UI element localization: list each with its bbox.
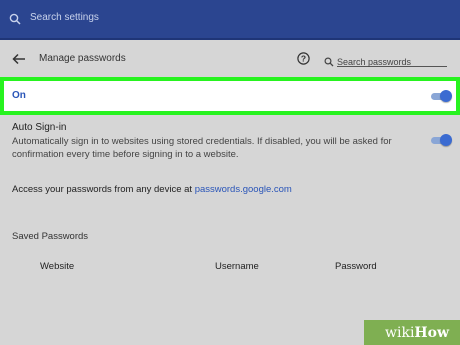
password-search-placeholder: Search passwords: [337, 57, 412, 67]
search-icon: [9, 12, 21, 30]
offer-to-save-label: On: [12, 90, 26, 101]
column-header-website: Website: [40, 261, 75, 272]
saved-passwords-title: Saved Passwords: [12, 231, 89, 242]
auto-signin-toggle[interactable]: [431, 134, 452, 146]
offer-to-save-highlight: On: [0, 77, 460, 115]
column-header-password: Password: [335, 261, 377, 272]
access-passwords-text: Access your passwords from any device at…: [12, 184, 292, 195]
wikihow-logo: wikiHow: [385, 325, 449, 341]
toggle-knob: [440, 90, 452, 102]
access-passwords-label: Access your passwords from any device at: [12, 184, 195, 195]
wikihow-suffix: How: [414, 325, 450, 341]
help-circle-icon[interactable]: ?: [297, 52, 310, 70]
auto-signin-description: Automatically sign in to websites using …: [12, 136, 392, 160]
wikihow-prefix: wiki: [385, 325, 415, 341]
offer-to-save-toggle[interactable]: [431, 90, 452, 102]
password-search-input[interactable]: Search passwords: [337, 52, 447, 67]
svg-text:?: ?: [301, 54, 306, 64]
settings-search-bar[interactable]: Search settings: [0, 0, 460, 40]
password-search-icon: [324, 54, 334, 72]
settings-search-input[interactable]: Search settings: [30, 12, 99, 23]
wikihow-watermark: wikiHow: [364, 320, 460, 345]
column-header-username: Username: [215, 261, 259, 272]
page-title: Manage passwords: [39, 53, 126, 64]
back-arrow-icon[interactable]: [12, 52, 26, 70]
auto-signin-title: Auto Sign-in: [12, 122, 67, 133]
passwords-google-link[interactable]: passwords.google.com: [195, 184, 292, 195]
manage-passwords-header: Manage passwords ? Search passwords: [0, 40, 460, 74]
offer-to-save-row[interactable]: On: [4, 81, 456, 111]
toggle-knob: [440, 134, 452, 146]
